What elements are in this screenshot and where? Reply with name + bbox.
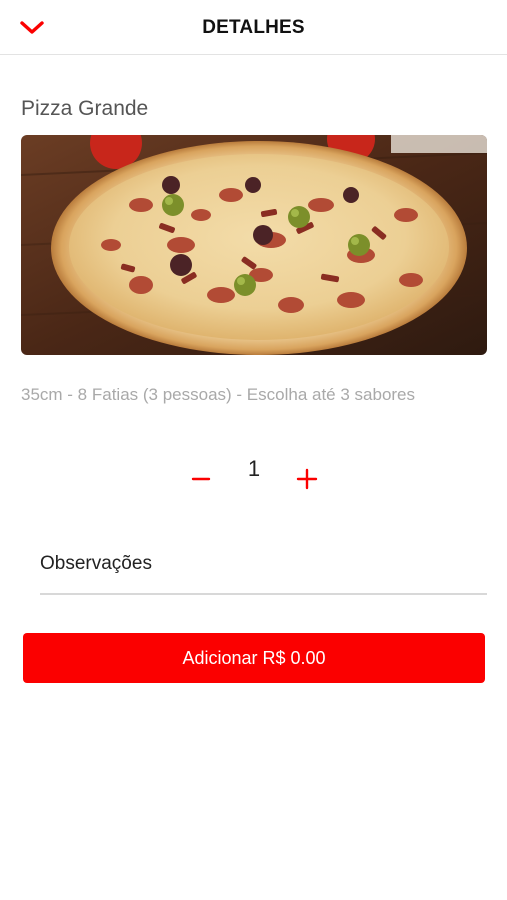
observations-field[interactable]: Observações bbox=[40, 545, 487, 595]
plus-icon bbox=[296, 468, 318, 490]
quantity-value: 1 bbox=[247, 456, 261, 481]
decrease-quantity-button[interactable] bbox=[184, 462, 218, 496]
observations-label: Observações bbox=[40, 553, 152, 574]
product-description: 35cm - 8 Fatias (3 pessoas) - Escolha at… bbox=[21, 385, 416, 404]
minus-icon bbox=[191, 477, 211, 481]
add-to-cart-button[interactable]: Adicionar R$ 0.00 bbox=[23, 633, 485, 683]
pizza-image bbox=[21, 135, 487, 355]
product-name: Pizza Grande bbox=[21, 97, 149, 120]
increase-quantity-button[interactable] bbox=[290, 462, 324, 496]
page-title: DETALHES bbox=[202, 17, 305, 38]
header-bar: DETALHES bbox=[0, 0, 507, 55]
